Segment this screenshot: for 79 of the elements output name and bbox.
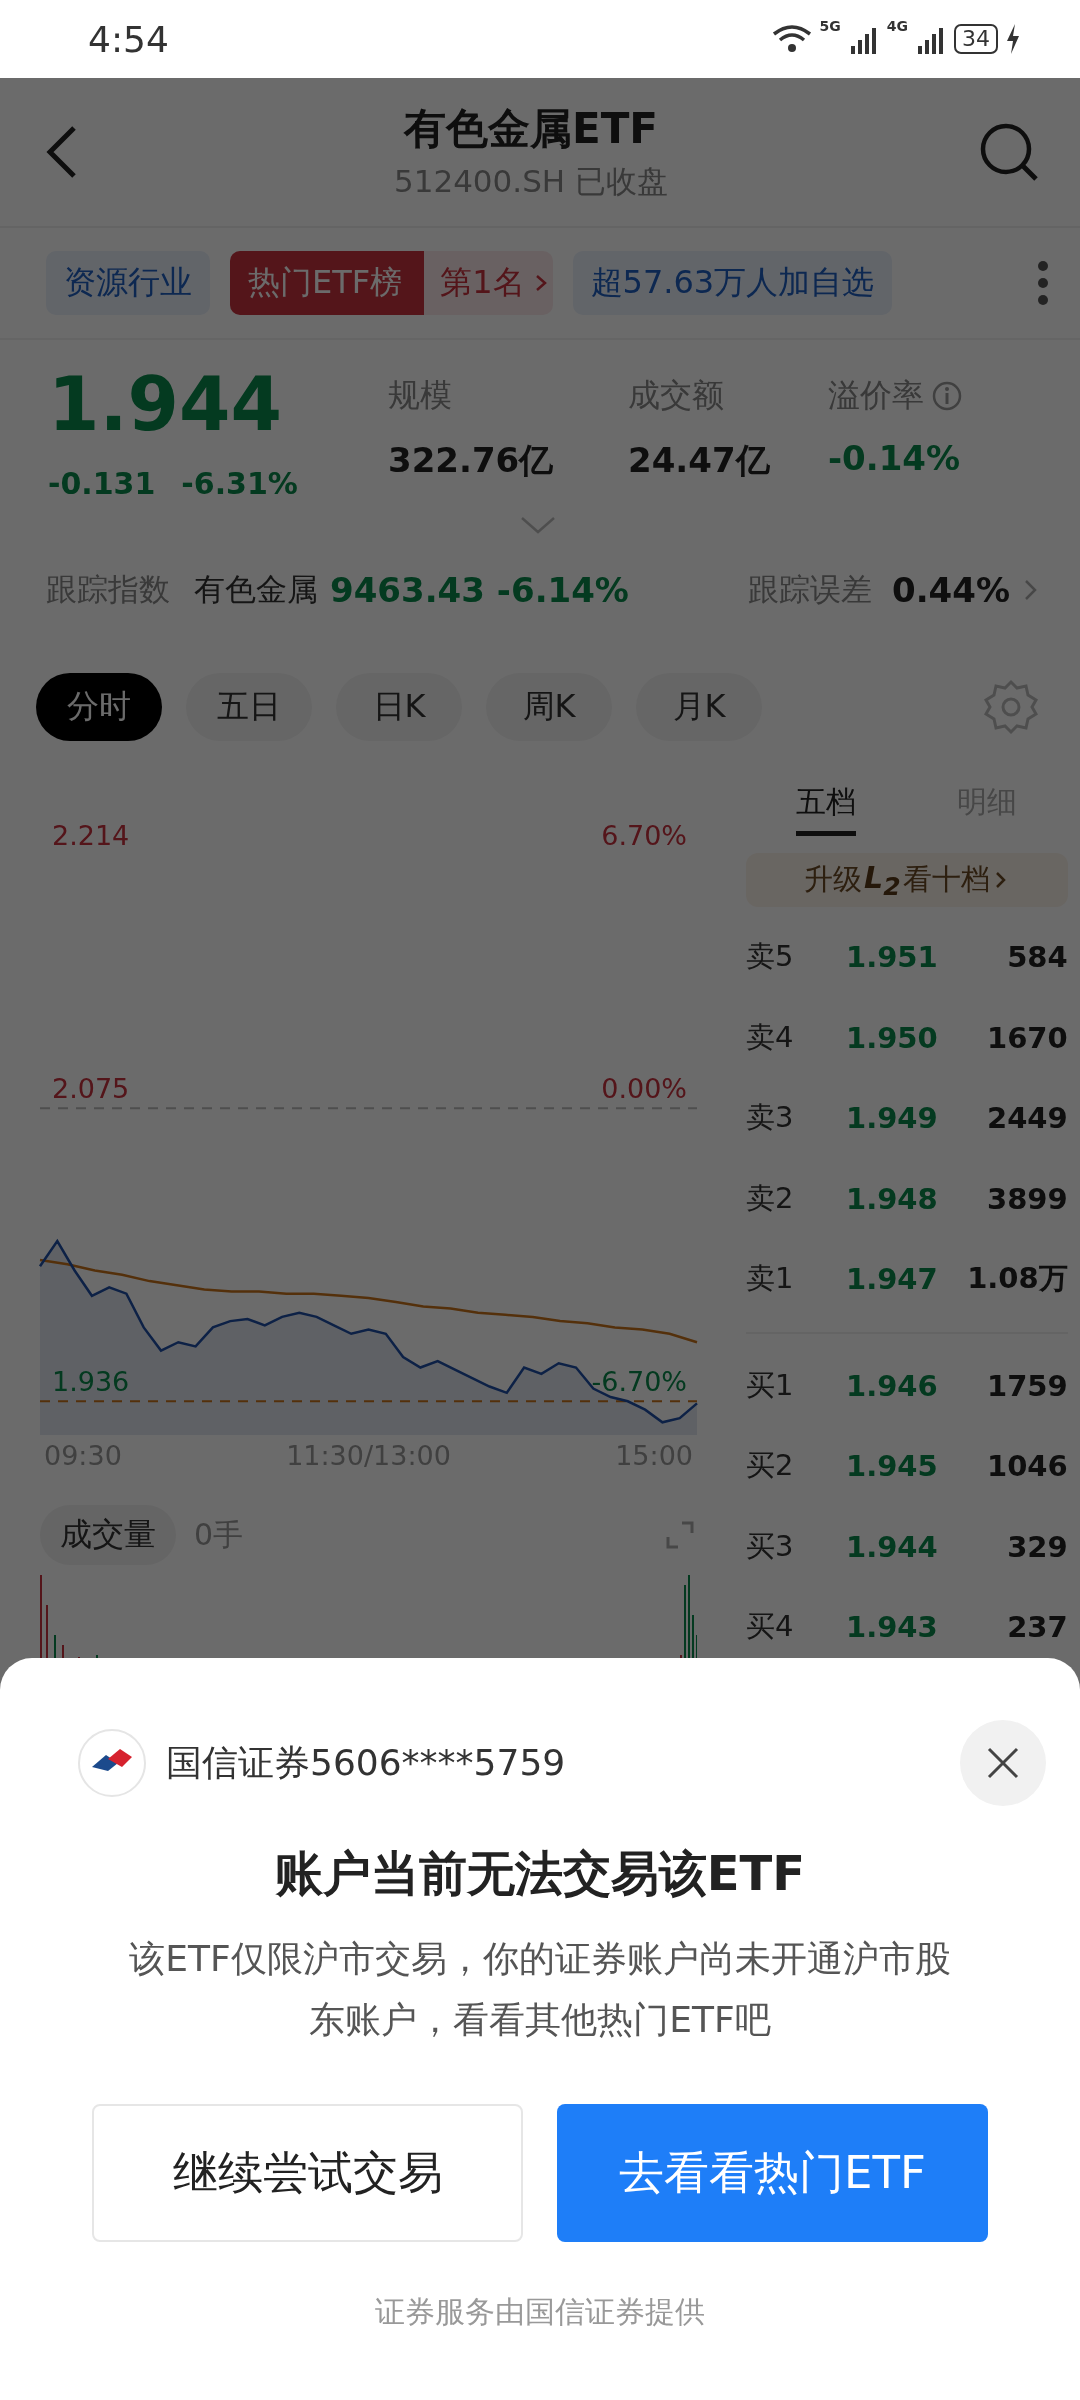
dialog-message: 该ETF仅限沪市交易，你的证券账户尚未开通沪市股东账户，看看其他热门ETF吧 — [128, 1937, 952, 2042]
order-volume: 1.08万 — [966, 1260, 1068, 1298]
stat-value: 24.47亿 — [628, 439, 771, 482]
period-tab[interactable]: 周K — [486, 673, 612, 741]
order-price: 1.951 — [846, 940, 938, 975]
period-tab[interactable]: 月K — [636, 673, 762, 741]
charging-icon — [1006, 24, 1020, 54]
order-price: 1.950 — [846, 1020, 938, 1055]
index-name: 有色金属 — [194, 570, 318, 609]
upgrade-text: 升级 — [804, 861, 863, 898]
order-volume: 3899 — [986, 1181, 1068, 1216]
period-tab[interactable]: 五日 — [186, 673, 312, 741]
tracking-error-value: 0.44% — [892, 570, 1010, 610]
volume-tab[interactable]: 成交量 — [40, 1505, 176, 1565]
price-change-percent: -6.31% — [181, 466, 298, 501]
price-label: 2.214 — [52, 820, 130, 851]
dialog-footer: 证券服务由国信证券提供 — [375, 2292, 705, 2333]
battery-level: 34 — [954, 24, 998, 54]
rank-label: 热门ETF榜 — [230, 251, 425, 315]
stat-value: -0.14% — [828, 438, 962, 478]
industry-tag[interactable]: 资源行业 — [46, 251, 210, 315]
order-price: 1.948 — [846, 1181, 938, 1216]
order-price: 1.945 — [846, 1449, 938, 1484]
order-volume: 1670 — [986, 1020, 1068, 1055]
continue-button[interactable]: 继续尝试交易 — [92, 2104, 523, 2242]
order-volume: 237 — [1006, 1610, 1068, 1645]
price-label: 1.936 — [52, 1366, 130, 1398]
order-volume: 1046 — [986, 1449, 1068, 1484]
wifi-icon — [771, 24, 812, 54]
status-time: 4:54 — [88, 18, 169, 60]
order-label: 卖1 — [746, 1260, 795, 1298]
order-label: 买4 — [746, 1608, 795, 1646]
order-label: 买2 — [746, 1447, 795, 1485]
order-label: 卖5 — [746, 938, 795, 976]
chevron-down-icon[interactable] — [520, 515, 556, 535]
index-value: 9463.43 — [330, 570, 485, 610]
percent-label: 6.70% — [601, 820, 687, 851]
period-tab[interactable]: 日K — [336, 673, 462, 741]
order-volume: 584 — [1006, 940, 1068, 975]
level-text: L$_{2}$ — [864, 859, 901, 901]
order-label: 买1 — [746, 1366, 795, 1404]
order-price: 1.946 — [846, 1368, 938, 1403]
percent-label: -6.70% — [591, 1366, 687, 1398]
upgrade-text: 看十档 — [902, 861, 990, 898]
order-price: 1.947 — [846, 1262, 938, 1297]
broker-account: 国信证券5606****5759 — [166, 1740, 567, 1785]
dialog-title: 账户当前无法交易该ETF — [274, 1844, 806, 1903]
order-label: 卖4 — [746, 1018, 795, 1056]
info-icon[interactable] — [932, 381, 962, 411]
order-price: 1.944 — [846, 1529, 938, 1564]
settings-icon[interactable] — [982, 678, 1040, 736]
order-price: 1.943 — [846, 1610, 938, 1645]
more-icon[interactable] — [1036, 258, 1050, 308]
close-icon — [985, 1745, 1021, 1781]
percent-label: 0.00% — [601, 1073, 687, 1105]
network-label: 4G — [886, 18, 908, 34]
stat-value: 322.76亿 — [388, 439, 555, 482]
page-title: 有色金属ETF — [403, 103, 658, 155]
order-price: 1.949 — [846, 1101, 938, 1136]
order-label: 卖3 — [746, 1099, 795, 1137]
index-change: -6.14% — [496, 570, 629, 610]
period-tab[interactable]: 分时 — [36, 673, 162, 741]
followers-tag[interactable]: 超57.63万人加自选 — [572, 251, 893, 315]
rank-badge[interactable]: 热门ETF榜 第1名 — [230, 251, 553, 315]
order-label: 买3 — [746, 1527, 795, 1565]
rank-value: 第1名 — [439, 262, 526, 303]
order-label: 卖2 — [746, 1179, 795, 1217]
order-volume: 329 — [1006, 1529, 1068, 1564]
order-volume: 2449 — [986, 1101, 1068, 1136]
last-price: 1.944 — [48, 362, 284, 446]
price-label: 2.075 — [52, 1073, 130, 1105]
broker-logo — [78, 1729, 146, 1797]
order-volume: 1759 — [986, 1368, 1068, 1403]
hot-etf-button[interactable]: 去看看热门ETF — [557, 2104, 988, 2242]
price-change: -0.131 — [48, 466, 156, 501]
order-book-tab[interactable]: 五档 — [796, 782, 857, 836]
network-label: 5G — [819, 18, 841, 34]
upgrade-banner[interactable]: 升级L$_{2}$看十档 — [746, 853, 1068, 907]
search-icon[interactable] — [978, 121, 1040, 183]
